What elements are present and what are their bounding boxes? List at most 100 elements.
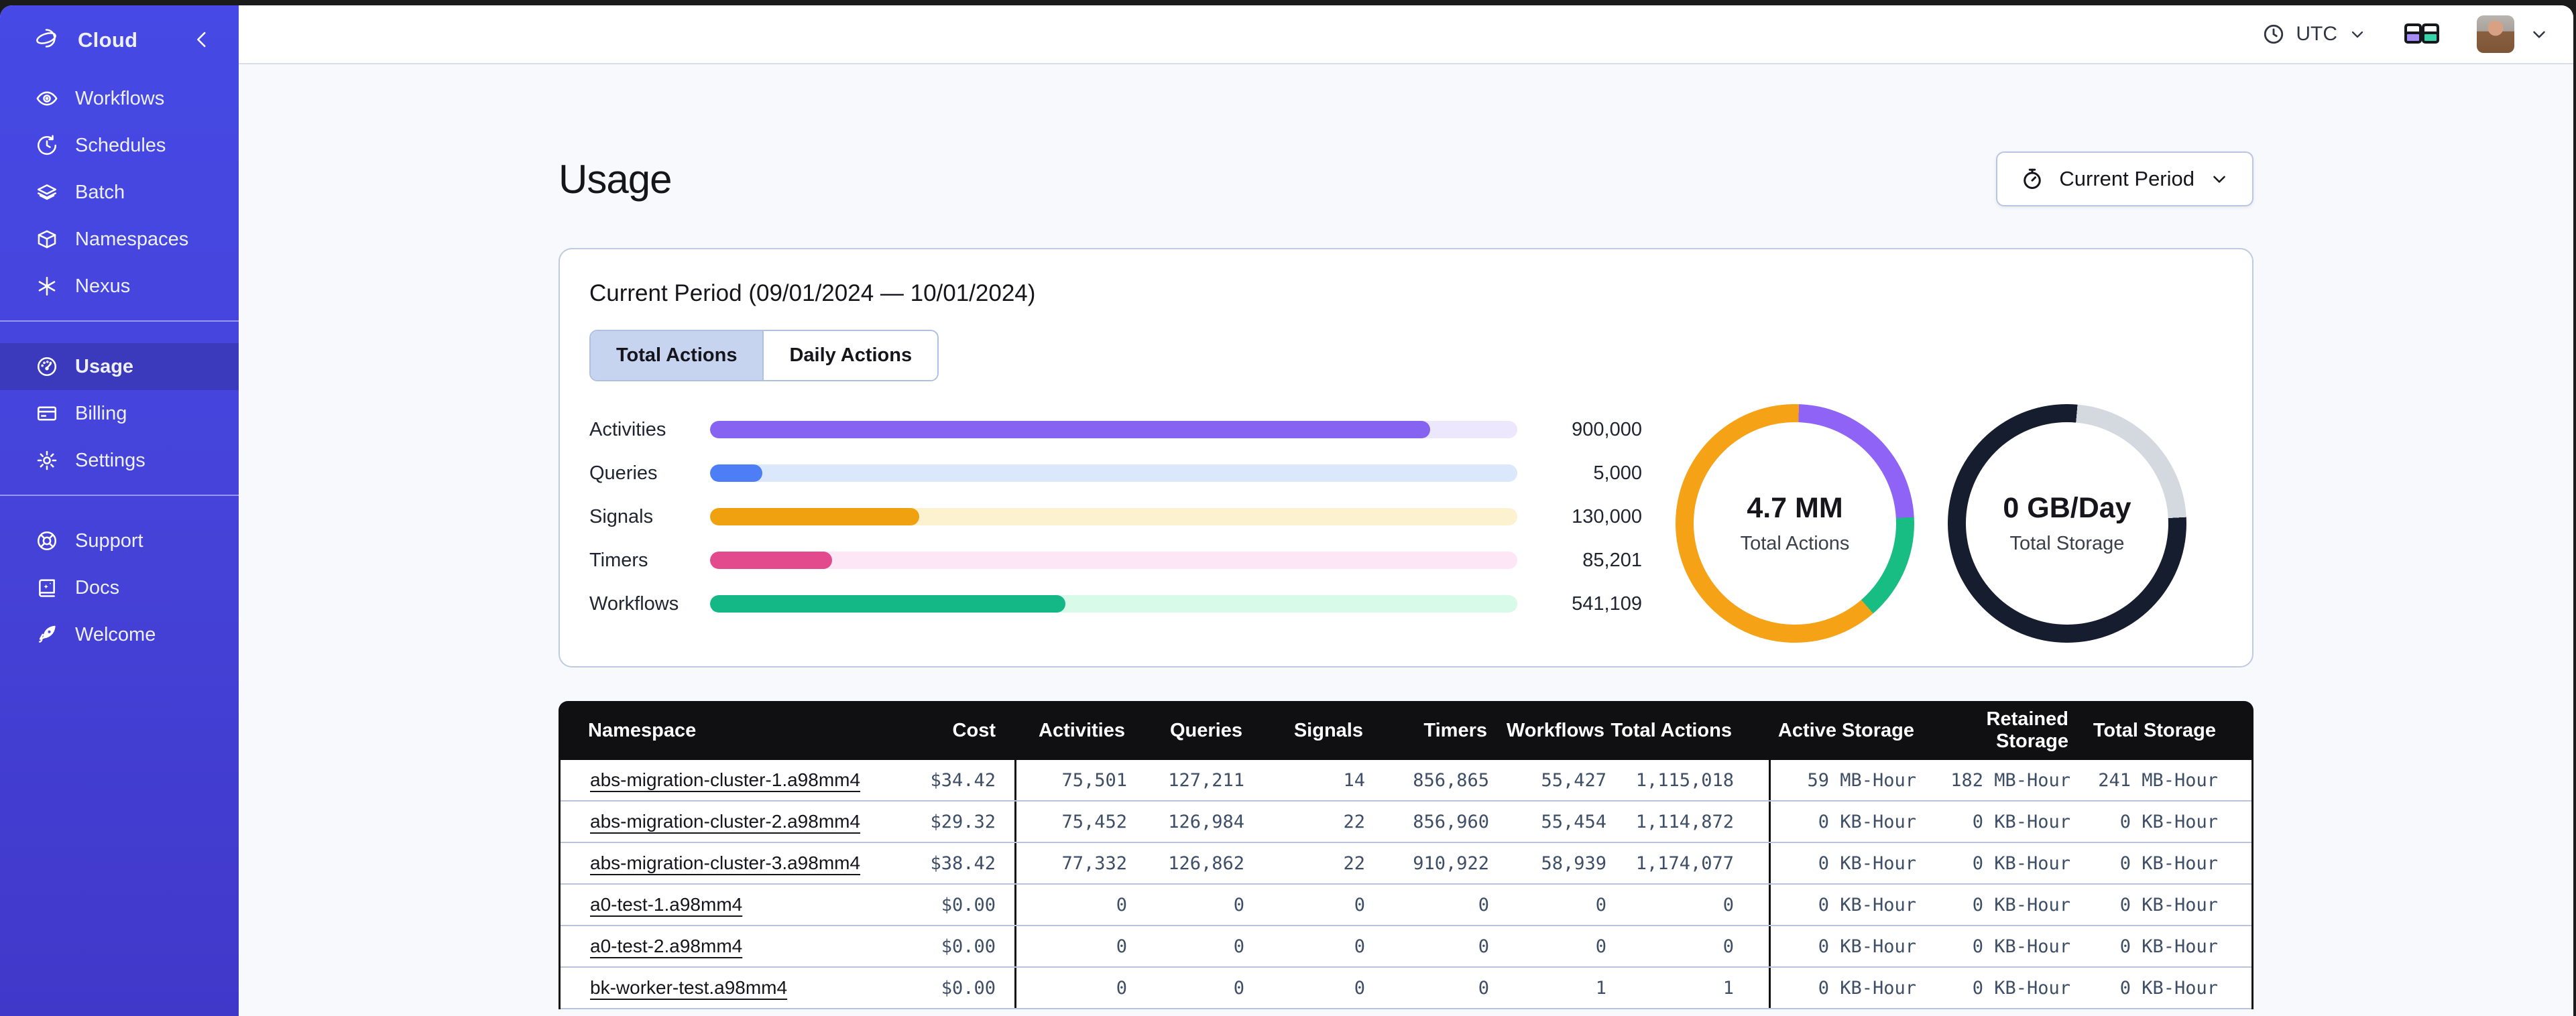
topbar: UTC xyxy=(239,5,2573,64)
namespace-link[interactable]: abs-migration-cluster-1.a98mm4 xyxy=(590,769,860,791)
sidebar-item-nexus[interactable]: Nexus xyxy=(0,263,239,310)
glasses-icon xyxy=(2404,23,2439,44)
cell-retained-storage: 0 KB-Hour xyxy=(1972,811,2070,832)
bar-value: 541,109 xyxy=(1572,592,1642,615)
cell-activities: 75,452 xyxy=(1061,811,1127,832)
cell-active-storage: 0 KB-Hour xyxy=(1818,894,1916,915)
cell-cost: $0.00 xyxy=(869,926,1016,966)
box-icon xyxy=(35,227,59,251)
namespace-link[interactable]: abs-migration-cluster-2.a98mm4 xyxy=(590,811,860,832)
column-header-activities: Activities xyxy=(1039,719,1125,741)
cell-workflows: 55,454 xyxy=(1541,811,1606,832)
brand-label: Cloud xyxy=(78,28,138,52)
sidebar-collapse-button[interactable] xyxy=(190,28,212,50)
cell-activities: 77,332 xyxy=(1061,852,1127,874)
sidebar-item-label: Settings xyxy=(75,449,145,471)
column-header-timers: Timers xyxy=(1423,719,1487,741)
cell-activities: 0 xyxy=(1116,894,1127,915)
sidebar-item-welcome[interactable]: Welcome xyxy=(0,611,239,658)
bar-label: Timers xyxy=(589,549,648,571)
cell-total-actions: 0 xyxy=(1722,936,1734,957)
cell-total-storage: 0 KB-Hour xyxy=(2119,894,2218,915)
bar-track xyxy=(710,464,1517,482)
column-header-workflows: Workflows xyxy=(1506,719,1604,741)
column-header-cost: Cost xyxy=(952,719,996,741)
current-period-panel: Current Period (09/01/2024 — 10/01/2024)… xyxy=(559,248,2253,668)
stopwatch-icon xyxy=(2024,168,2042,189)
bar-row-workflows: Workflows 541,109 xyxy=(589,590,1642,617)
namespace-link[interactable]: a0-test-2.a98mm4 xyxy=(590,936,742,957)
column-header-active-storage: Active Storage xyxy=(1777,719,1914,741)
layers-icon xyxy=(35,180,59,204)
timezone-selector[interactable]: UTC xyxy=(2262,23,2367,46)
sidebar: Cloud Workflows Schedules Batch Namespac… xyxy=(0,5,239,1016)
sidebar-item-batch[interactable]: Batch xyxy=(0,169,239,216)
account-menu[interactable] xyxy=(2477,15,2549,53)
actions-bar-chart: Activities 900,000 Queries 5,000 Signals xyxy=(589,401,1642,643)
cell-timers: 0 xyxy=(1478,977,1489,999)
cell-active-storage: 0 KB-Hour xyxy=(1818,977,1916,999)
sidebar-item-label: Support xyxy=(75,529,143,552)
period-selector-label: Current Period xyxy=(2059,167,2194,190)
sidebar-item-usage[interactable]: Usage xyxy=(0,343,239,390)
cell-signals: 0 xyxy=(1354,894,1365,915)
sidebar-item-label: Batch xyxy=(75,181,125,203)
cell-total-storage: 0 KB-Hour xyxy=(2119,852,2218,874)
namespace-link[interactable]: bk-worker-test.a98mm4 xyxy=(590,977,787,999)
namespace-link[interactable]: a0-test-1.a98mm4 xyxy=(590,894,742,915)
donut-label: Total Actions xyxy=(1740,533,1850,554)
sidebar-item-docs[interactable]: Docs xyxy=(0,564,239,611)
cell-active-storage: 0 KB-Hour xyxy=(1818,811,1916,832)
avatar xyxy=(2477,15,2514,53)
actions-tab-group: Total Actions Daily Actions xyxy=(589,330,939,381)
cell-signals: 0 xyxy=(1354,936,1365,957)
sidebar-item-billing[interactable]: Billing xyxy=(0,390,239,437)
chevron-down-icon xyxy=(2533,31,2545,38)
cell-total-storage: 0 KB-Hour xyxy=(2119,811,2218,832)
clock-icon xyxy=(35,133,59,157)
table-row: bk-worker-test.a98mm4 $0.00 0 0 0 0 1 1 … xyxy=(561,968,2251,1009)
sidebar-item-workflows[interactable]: Workflows xyxy=(0,75,239,122)
main-content: Usage Current Period Current Period (09/… xyxy=(239,66,2573,1016)
credit-card-icon xyxy=(35,401,59,426)
column-header-queries: Queries xyxy=(1170,719,1242,741)
tab-total-actions[interactable]: Total Actions xyxy=(591,331,763,380)
cell-total-actions: 1,174,077 xyxy=(1635,852,1734,874)
cell-workflows: 0 xyxy=(1595,894,1606,915)
sidebar-item-settings[interactable]: Settings xyxy=(0,437,239,484)
column-header-retained-storage: Retained Storage xyxy=(1986,708,2068,752)
sidebar-item-label: Welcome xyxy=(75,623,156,645)
cell-queries: 127,211 xyxy=(1168,769,1244,791)
namespace-link[interactable]: abs-migration-cluster-3.a98mm4 xyxy=(590,852,860,874)
cell-total-storage: 0 KB-Hour xyxy=(2119,936,2218,957)
table-row: a0-test-1.a98mm4 $0.00 0 0 0 0 0 0 0 KB-… xyxy=(561,885,2251,926)
cell-active-storage: 0 KB-Hour xyxy=(1818,852,1916,874)
cell-cost: $34.42 xyxy=(869,760,1016,800)
total-storage-donut: 0 GB/Day Total Storage xyxy=(1948,404,2186,643)
cell-cost: $0.00 xyxy=(869,968,1016,1008)
asterisk-icon xyxy=(35,274,59,298)
usage-table: Namespace Cost Activities Queries Signal… xyxy=(559,701,2253,1009)
sidebar-item-support[interactable]: Support xyxy=(0,517,239,564)
labs-toggle-button[interactable] xyxy=(2404,21,2439,48)
sidebar-divider xyxy=(0,320,239,322)
bar-row-timers: Timers 85,201 xyxy=(589,547,1642,574)
bar-track xyxy=(710,595,1517,613)
cell-signals: 22 xyxy=(1343,811,1365,832)
tab-daily-actions[interactable]: Daily Actions xyxy=(762,331,938,380)
sidebar-item-namespaces[interactable]: Namespaces xyxy=(0,216,239,263)
sidebar-item-schedules[interactable]: Schedules xyxy=(0,122,239,169)
cell-workflows: 1 xyxy=(1595,977,1606,999)
column-header-namespace: Namespace xyxy=(588,719,697,741)
bar-label: Activities xyxy=(589,418,666,440)
donut-value: 0 GB/Day xyxy=(2003,492,2131,524)
sidebar-item-label: Nexus xyxy=(75,275,131,297)
sidebar-item-label: Schedules xyxy=(75,134,166,156)
bar-value: 900,000 xyxy=(1572,418,1642,440)
cell-workflows: 0 xyxy=(1595,936,1606,957)
sidebar-item-label: Namespaces xyxy=(75,228,189,250)
period-selector-button[interactable]: Current Period xyxy=(1996,151,2253,206)
table-row: abs-migration-cluster-3.a98mm4 $38.42 77… xyxy=(561,843,2251,885)
page-title: Usage xyxy=(559,156,672,202)
sidebar-header: Cloud xyxy=(0,5,239,75)
